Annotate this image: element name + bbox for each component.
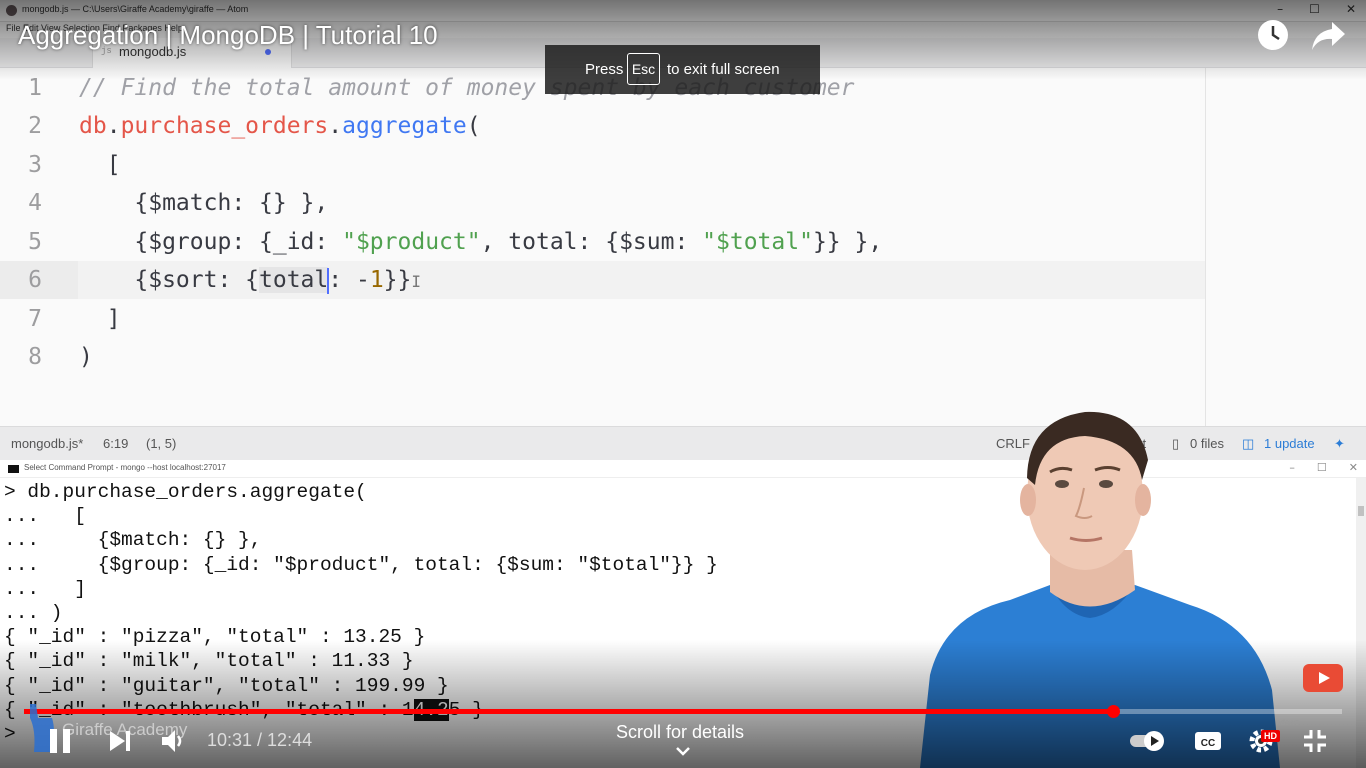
code-token: {$sort: { [79, 267, 260, 293]
code-token-string: "$product" [342, 229, 481, 255]
youtube-logo-icon[interactable] [1303, 664, 1343, 692]
cmd-line: { "_id" : "guitar", "total" : 199.99 } [4, 674, 449, 697]
squirrel-icon[interactable]: ✦ [1334, 436, 1345, 452]
code-line-5: {$group: {_id: "$product", total: {$sum:… [79, 223, 882, 261]
code-token: . [106, 113, 121, 139]
atom-window-title: mongodb.js — C:\Users\Giraffe Academy\gi… [22, 4, 249, 14]
status-file-name[interactable]: mongodb.js* [11, 436, 83, 451]
line-number: 5 [28, 229, 42, 255]
minimize-icon[interactable]: – [1289, 461, 1295, 474]
cmd-line: ... {$group: {_id: "$product", total: {$… [4, 553, 718, 576]
cmd-line: ... [ [4, 505, 86, 528]
subtitles-cc-icon[interactable]: CC [1194, 730, 1222, 752]
cmd-window-controls: – ☐ ✕ [1289, 461, 1358, 474]
cmd-output[interactable]: > db.purchase_orders.aggregate(... [... … [4, 480, 718, 746]
cmd-line: { "_id" : "milk", "total" : 11.33 } [4, 650, 414, 673]
code-token-string: "$total" [702, 229, 813, 255]
code-token-db: db [79, 113, 107, 139]
code-line-8: ) [79, 344, 93, 370]
esc-key-badge: Esc [627, 53, 660, 85]
line-number: 3 [28, 152, 42, 178]
cmd-icon [8, 465, 19, 473]
minimize-icon[interactable]: – [1277, 2, 1283, 16]
wrap-guide [1205, 68, 1206, 426]
watch-later-clock-icon[interactable] [1256, 18, 1290, 52]
code-line-7: ] [79, 306, 121, 332]
code-token: {$group: {_id: [79, 229, 343, 255]
cmd-line: ... ) [4, 602, 63, 625]
share-arrow-icon[interactable] [1310, 20, 1346, 52]
cmd-line: > db.purchase_orders.aggregate( [4, 481, 367, 503]
atom-title-bar: mongodb.js — C:\Users\Giraffe Academy\gi… [0, 0, 1366, 22]
code-line-3: [ [79, 152, 121, 178]
code-editor[interactable]: 1 2 3 4 5 6 7 8 // Find the total amount… [0, 68, 1366, 426]
code-token: }} }, [812, 229, 883, 255]
cmd-window-title: Select Command Prompt - mongo --host loc… [24, 463, 226, 472]
line-number: 8 [28, 344, 42, 370]
toast-press-text: Press [585, 61, 624, 78]
ibeam-cursor-icon: I [411, 272, 422, 291]
cmd-line: ... {$match: {} }, [4, 529, 262, 552]
pause-icon[interactable] [48, 727, 72, 755]
code-line-6: {$sort: {total: -1}}I [79, 261, 421, 299]
windows-watermark: ndows [1276, 718, 1300, 727]
video-title[interactable]: Aggregation | MongoDB | Tutorial 10 [18, 20, 438, 51]
code-token-collection: purchase_orders [120, 113, 329, 139]
cmd-scrollbar-thumb[interactable] [1358, 506, 1364, 516]
video-progress-bar[interactable] [24, 705, 1342, 718]
selected-text: total [259, 267, 329, 293]
atom-app-icon [6, 5, 17, 16]
code-token-number: 1 [369, 267, 384, 293]
scroll-for-details[interactable]: Scroll for details [616, 722, 744, 743]
code-token-function: aggregate [342, 113, 467, 139]
code-token: : - [328, 267, 370, 293]
next-video-icon[interactable] [108, 729, 132, 753]
cmd-scrollbar[interactable] [1356, 478, 1366, 768]
line-number: 4 [28, 190, 42, 216]
code-token: ( [466, 113, 481, 139]
maximize-icon[interactable]: ☐ [1309, 2, 1320, 16]
exit-fullscreen-icon[interactable] [1303, 729, 1327, 753]
toast-rest-text: to exit full screen [667, 61, 780, 78]
line-number-gutter[interactable]: 1 2 3 4 5 6 7 8 [0, 68, 60, 426]
time-display: 10:31 / 12:44 [207, 730, 313, 750]
status-cursor-position[interactable]: 6:19 [103, 436, 128, 451]
fullscreen-exit-toast: Press Esc to exit full screen [545, 45, 820, 94]
code-line-4: {$match: {} }, [79, 190, 329, 216]
hd-badge: HD [1261, 730, 1280, 742]
progress-scrubber-knob[interactable] [1106, 705, 1120, 718]
code-line-2: db.purchase_orders.aggregate( [79, 107, 481, 145]
close-icon[interactable]: ✕ [1346, 2, 1356, 16]
cmd-line: ... ] [4, 577, 86, 600]
code-token: . [328, 113, 343, 139]
code-token: }} [383, 267, 412, 293]
code-token: , total: {$sum: [480, 229, 703, 255]
line-number: 2 [28, 113, 42, 139]
maximize-icon[interactable]: ☐ [1317, 461, 1327, 474]
window-controls: – ☐ ✕ [1277, 2, 1356, 16]
progress-played [24, 709, 1113, 714]
close-icon[interactable]: ✕ [1349, 461, 1358, 474]
chevron-down-icon[interactable] [676, 747, 690, 757]
autoplay-toggle[interactable] [1130, 730, 1166, 752]
line-number: 7 [28, 306, 42, 332]
line-number: 1 [28, 75, 42, 101]
status-selection-count: (1, 5) [146, 436, 177, 451]
line-number: 6 [28, 267, 42, 293]
cmd-line: { "_id" : "pizza", "total" : 13.25 } [4, 626, 426, 649]
volume-icon[interactable] [160, 727, 186, 755]
svg-text:CC: CC [1201, 738, 1215, 749]
